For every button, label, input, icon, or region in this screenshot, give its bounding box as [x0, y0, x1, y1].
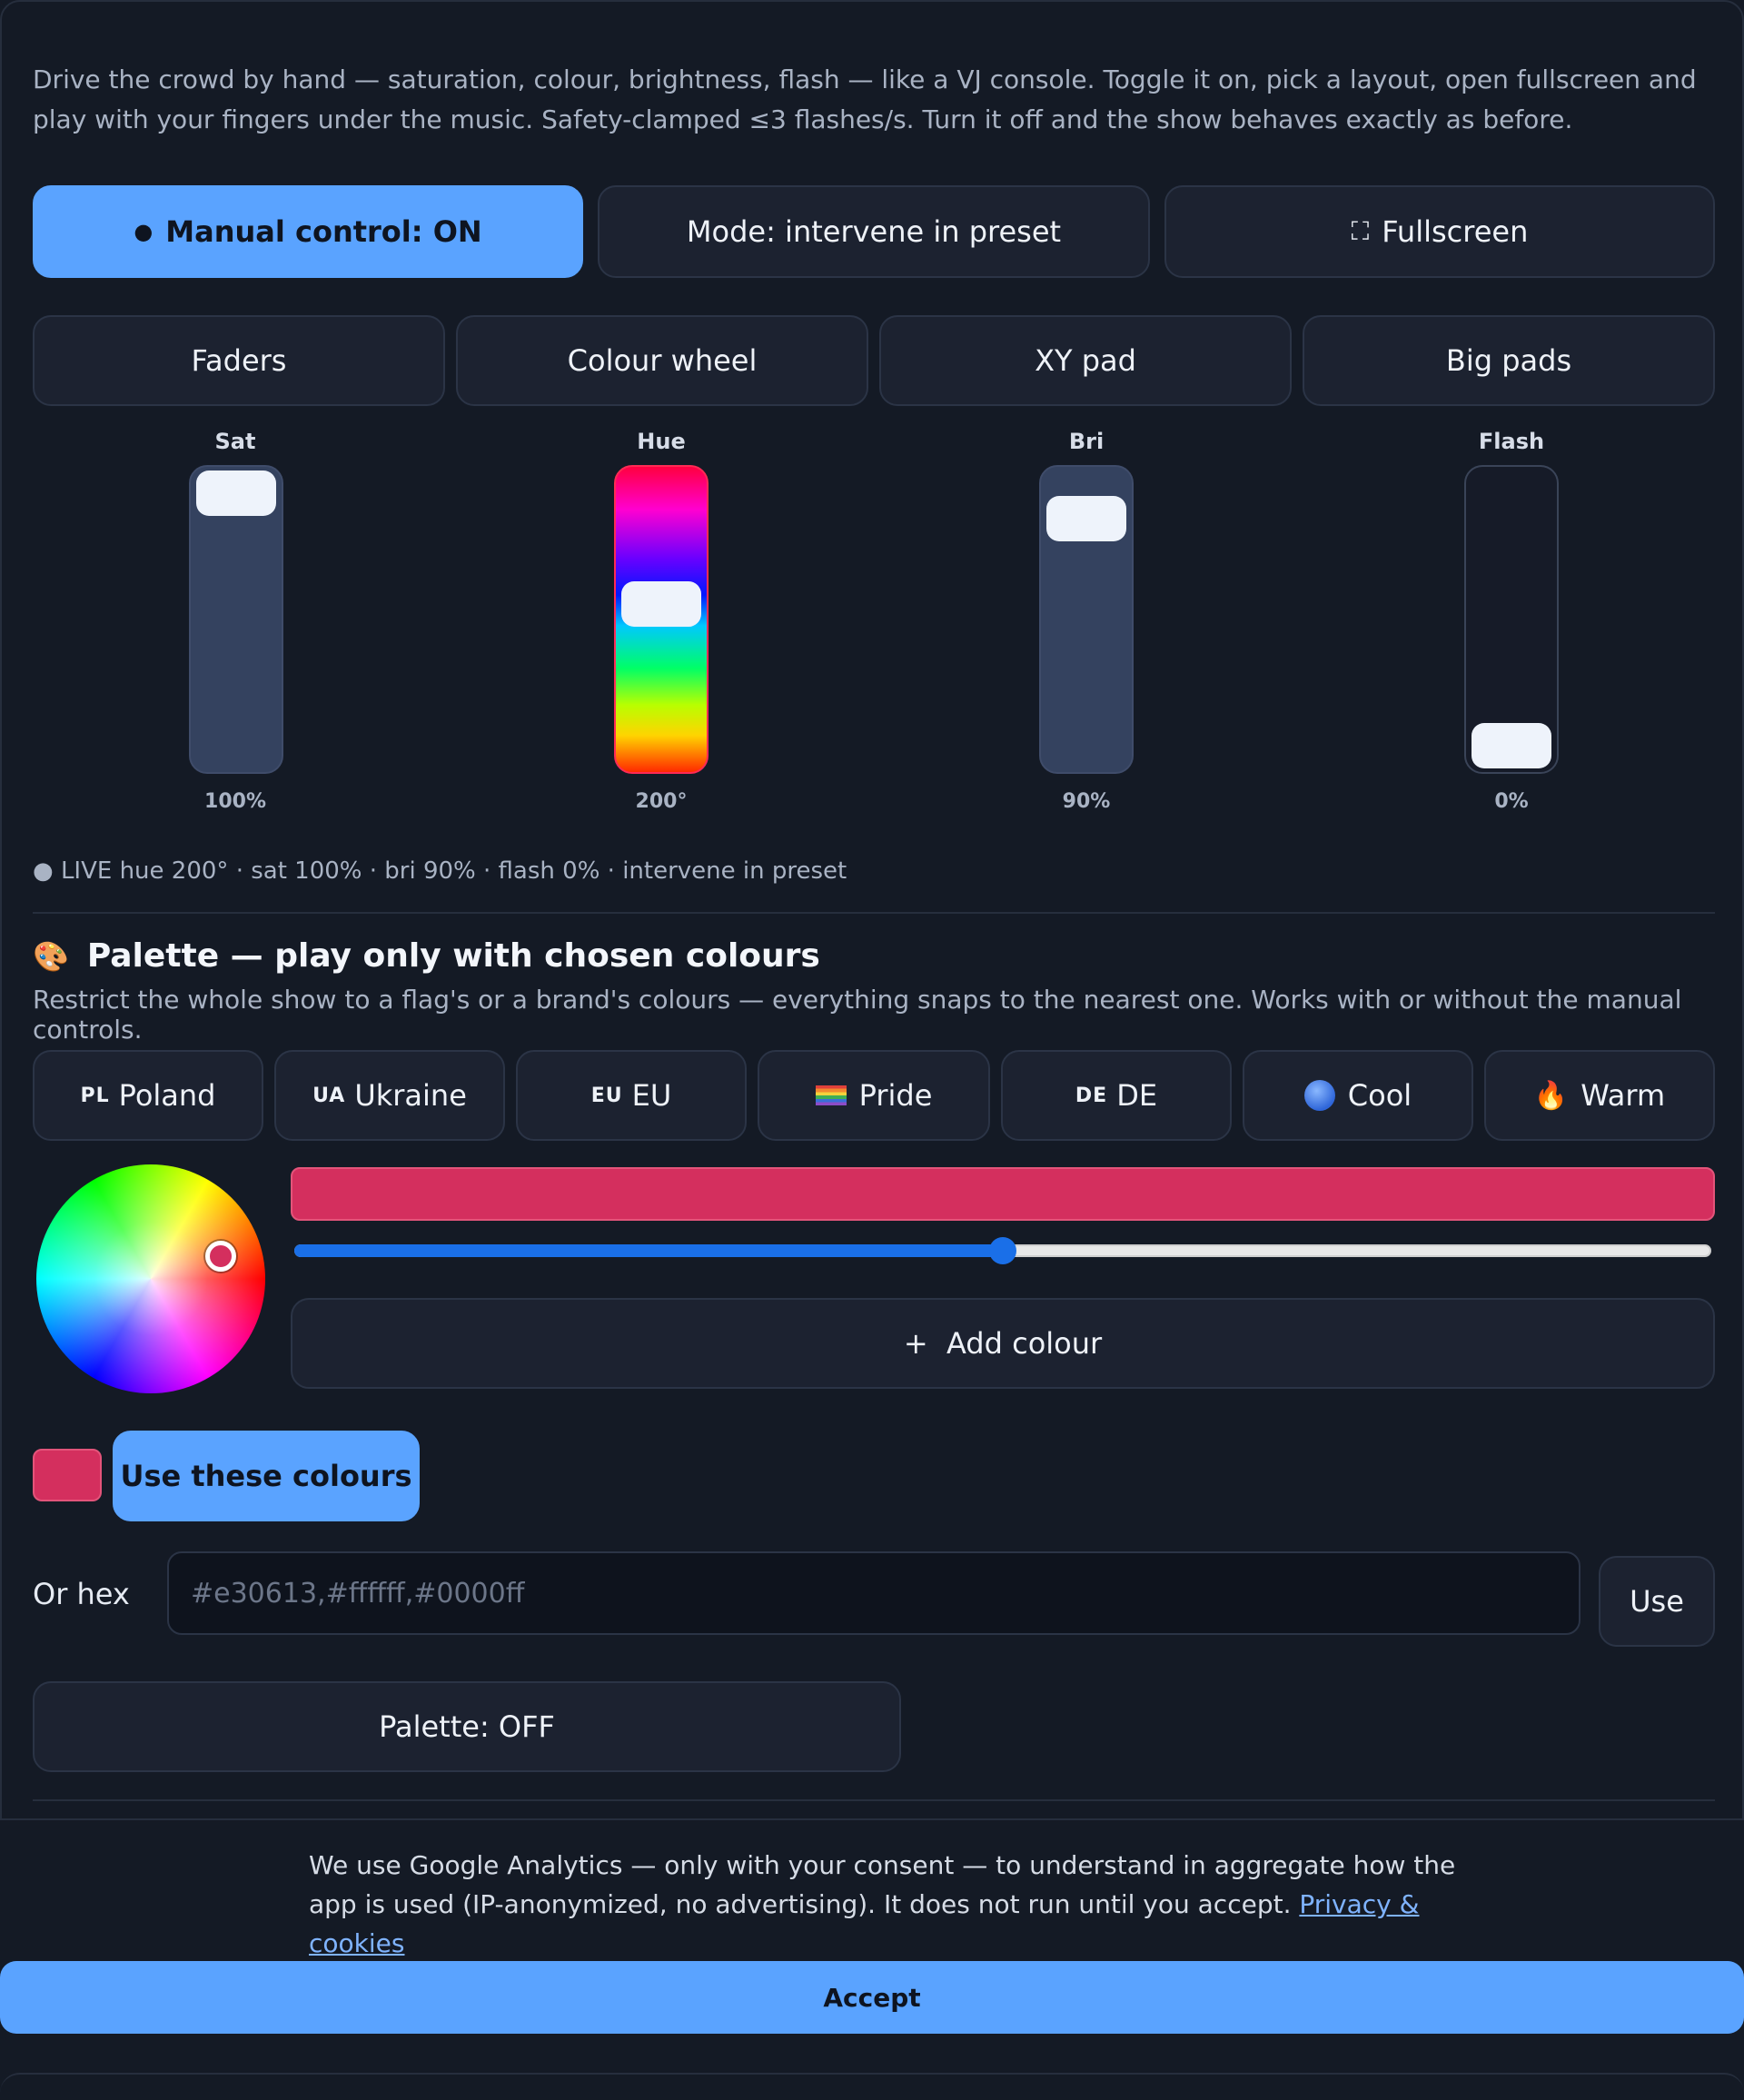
mode-label: Mode: intervene in preset [686, 214, 1062, 249]
section-divider [33, 912, 1715, 914]
fullscreen-label: Fullscreen [1382, 214, 1529, 249]
sat-fader-track[interactable] [189, 465, 283, 774]
tab-big-pads[interactable]: Big pads [1303, 315, 1715, 406]
tab-colour-wheel[interactable]: Colour wheel [456, 315, 868, 406]
fader-label-sat: Sat [214, 429, 256, 454]
mode-button[interactable]: Mode: intervene in preset [598, 185, 1150, 278]
colour-wheel[interactable] [36, 1164, 265, 1393]
tab-label: Big pads [1445, 343, 1572, 378]
hex-label: Or hex [33, 1577, 130, 1611]
fullscreen-icon: ⛶ [1351, 216, 1370, 246]
use-colours-label: Use these colours [120, 1459, 412, 1493]
preset-cool[interactable]: Cool [1243, 1050, 1473, 1141]
use-these-colours-button[interactable]: Use these colours [113, 1431, 420, 1521]
sat-fader-thumb[interactable] [196, 471, 276, 516]
tab-xy-pad[interactable]: XY pad [879, 315, 1292, 406]
tab-label: XY pad [1035, 343, 1136, 378]
preset-label: Poland [118, 1078, 216, 1113]
preset-label: EU [631, 1078, 672, 1113]
status-dot-icon: ● [134, 219, 154, 244]
preset-pride[interactable]: Pride [758, 1050, 990, 1141]
preset-poland[interactable]: PL Poland [33, 1050, 263, 1141]
fullscreen-button[interactable]: ⛶ Fullscreen [1164, 185, 1715, 278]
manual-control-label: Manual control: ON [165, 214, 482, 249]
colour-wheel-handle[interactable] [205, 1241, 236, 1272]
consent-text: We use Google Analytics — only with your… [309, 1846, 1490, 1963]
flag-code: UA [312, 1084, 346, 1107]
accept-button[interactable]: Accept [0, 1961, 1744, 2034]
tab-label: Faders [191, 343, 287, 378]
bri-fader-track[interactable] [1039, 465, 1134, 774]
preset-label: Cool [1347, 1078, 1412, 1113]
preset-label: Pride [858, 1078, 933, 1113]
add-colour-label: + Add colour [903, 1326, 1103, 1361]
flag-code: PL [80, 1084, 110, 1107]
preset-de[interactable]: DE DE [1001, 1050, 1232, 1141]
hex-input[interactable] [167, 1551, 1580, 1635]
palette-toggle-button[interactable]: Palette: OFF [33, 1681, 901, 1772]
preset-label: Warm [1580, 1078, 1666, 1113]
palette-title-text: Palette — play only with chosen colours [86, 937, 820, 975]
hue-fader-thumb[interactable] [621, 581, 701, 628]
live-status: ● LIVE hue 200° · sat 100% · bri 90% · f… [33, 857, 847, 885]
flash-fader-thumb[interactable] [1472, 723, 1551, 768]
flame-icon: 🔥 [1533, 1079, 1569, 1112]
flag-code: DE [1075, 1084, 1108, 1107]
preset-label: Ukraine [354, 1078, 467, 1113]
blue-circle-icon [1303, 1080, 1335, 1111]
section-divider [33, 1799, 1715, 1801]
preset-eu[interactable]: EU EU [516, 1050, 747, 1141]
add-colour-button[interactable]: + Add colour [291, 1298, 1715, 1389]
palette-description: Restrict the whole show to a flag's or a… [33, 985, 1682, 1045]
flag-code: EU [590, 1084, 623, 1107]
hex-use-button[interactable]: Use [1599, 1556, 1715, 1647]
current-colour-swatch[interactable] [291, 1167, 1715, 1221]
fader-label-bri: Bri [1068, 429, 1105, 454]
hue-fader-track[interactable] [614, 465, 708, 774]
accept-label: Accept [823, 1982, 921, 2013]
rainbow-flag-icon [815, 1085, 847, 1105]
manual-control-toggle[interactable]: ● Manual control: ON [33, 185, 583, 278]
palette-colour-chip[interactable] [33, 1449, 102, 1501]
fader-value-sat: 100% [204, 790, 266, 813]
fader-label-hue: Hue [637, 429, 686, 454]
palette-title: 🎨 Palette — play only with chosen colour… [33, 937, 820, 975]
next-panel-edge [0, 2073, 1744, 2100]
palette-toggle-label: Palette: OFF [379, 1709, 555, 1744]
lightness-slider-fill [294, 1244, 1003, 1257]
consent-message: We use Google Analytics — only with your… [309, 1850, 1456, 1919]
preset-label: DE [1116, 1078, 1158, 1113]
palette-icon: 🎨 [33, 938, 69, 974]
tab-label: Colour wheel [567, 343, 758, 378]
hex-use-label: Use [1630, 1584, 1684, 1619]
fader-value-hue: 200° [635, 790, 688, 813]
vj-console-panel: Drive the crowd by hand — saturation, co… [0, 0, 1744, 2100]
tab-faders[interactable]: Faders [33, 315, 445, 406]
intro-text: Drive the crowd by hand — saturation, co… [33, 64, 1697, 134]
preset-ukraine[interactable]: UA Ukraine [274, 1050, 505, 1141]
fader-value-bri: 90% [1062, 790, 1111, 813]
fader-value-flash: 0% [1494, 790, 1529, 813]
bri-fader-thumb[interactable] [1046, 495, 1126, 541]
lightness-slider-knob[interactable] [989, 1237, 1016, 1264]
fader-label-flash: Flash [1478, 429, 1545, 454]
flash-fader-track[interactable] [1464, 465, 1559, 774]
preset-warm[interactable]: 🔥 Warm [1484, 1050, 1715, 1141]
